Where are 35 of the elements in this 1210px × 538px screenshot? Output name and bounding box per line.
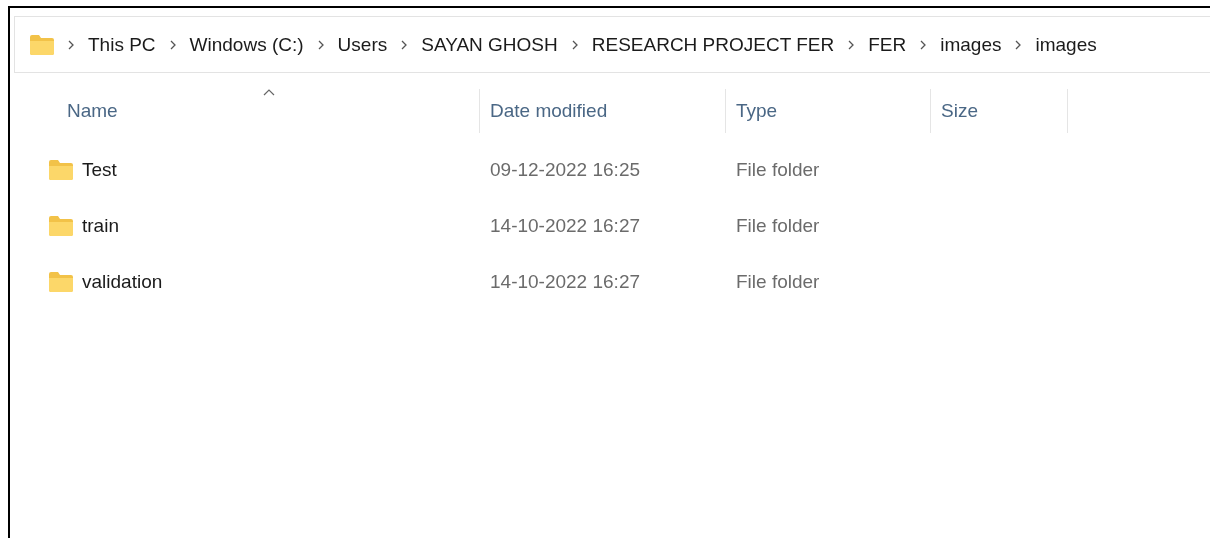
file-name[interactable]: Test: [82, 159, 117, 181]
chevron-right-icon: [401, 39, 408, 50]
address-bar[interactable]: This PC Windows (C:) Users SAYAN GHOSH RESEARCH PROJECT FER FER images images: [14, 16, 1210, 73]
breadcrumb-item[interactable]: RESEARCH PROJECT FER: [591, 33, 835, 56]
date-modified: 14-10-2022 16:27: [490, 271, 640, 292]
folder-icon: [48, 272, 74, 292]
breadcrumb-item[interactable]: Users: [337, 33, 388, 56]
breadcrumb-item[interactable]: This PC: [88, 33, 156, 56]
folder-icon: [48, 160, 74, 180]
column-header[interactable]: Type: [726, 89, 931, 133]
file-type: File folder: [736, 215, 820, 236]
folder-icon: [30, 34, 54, 55]
breadcrumb-item[interactable]: FER: [868, 33, 907, 56]
chevron-right-icon: [317, 39, 324, 50]
date-modified: 09-12-2022 16:25: [490, 159, 640, 180]
column-header[interactable]: Name: [10, 89, 480, 133]
file-type: File folder: [736, 159, 820, 180]
date-modified: 14-10-2022 16:27: [490, 215, 640, 236]
breadcrumb-item[interactable]: images: [1035, 33, 1097, 56]
chevron-right-icon: [169, 39, 176, 50]
chevron-right-icon: [848, 39, 855, 50]
chevron-right-icon: [571, 39, 578, 50]
file-name[interactable]: train: [82, 215, 119, 237]
folder-icon: [48, 216, 74, 236]
column-header[interactable]: Date modified: [480, 89, 726, 133]
chevron-right-icon: [920, 39, 927, 50]
breadcrumb-item[interactable]: images: [940, 33, 1002, 56]
column-header[interactable]: Size: [931, 89, 1068, 133]
breadcrumb-item[interactable]: Windows (C:): [189, 33, 304, 56]
breadcrumb-item[interactable]: SAYAN GHOSH: [421, 33, 558, 56]
file-name[interactable]: validation: [82, 271, 163, 293]
sort-caret-icon: [262, 89, 275, 96]
chevron-right-icon: [68, 39, 74, 50]
chevron-right-icon: [1015, 39, 1022, 50]
file-type: File folder: [736, 271, 820, 292]
